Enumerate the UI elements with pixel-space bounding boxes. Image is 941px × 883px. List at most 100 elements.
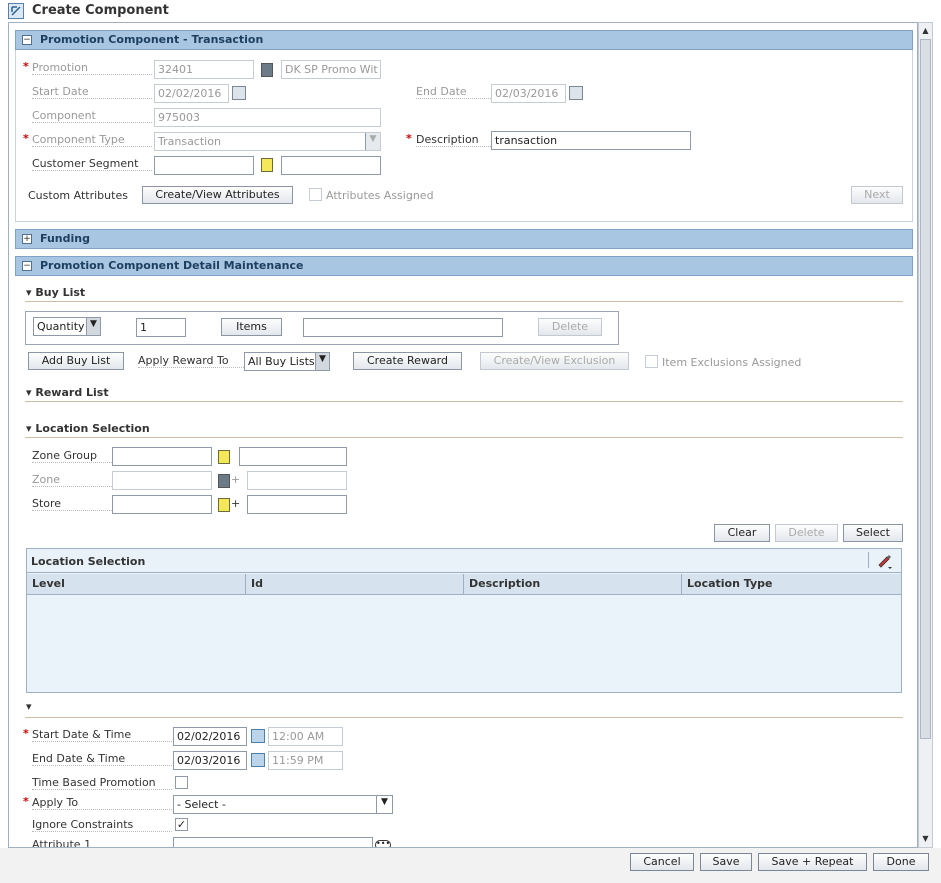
window-title: Create Component — [32, 3, 169, 18]
more-options-icon[interactable]: ••• — [375, 840, 391, 847]
attribute-1-label: Attribute 1 — [32, 838, 172, 847]
start-date-field: 02/02/2016 — [154, 84, 229, 103]
component-label: Component — [32, 109, 152, 123]
attribute-1-field[interactable] — [173, 837, 373, 847]
reward-list-heading[interactable]: ▾ Reward List — [26, 386, 109, 399]
buy-list-heading-text: Buy List — [35, 286, 86, 299]
promotion-field: 32401 — [154, 60, 254, 79]
store-field[interactable] — [112, 495, 212, 514]
content-frame: − Promotion Component - Transaction * Pr… — [8, 22, 918, 848]
triangle-down-icon: ▾ — [26, 422, 32, 435]
ignore-constraints-checkbox[interactable]: ✓ — [175, 818, 188, 831]
start-time-field: 12:00 AM — [268, 727, 343, 746]
divider — [25, 437, 903, 438]
chevron-down-icon: ▼ — [365, 133, 380, 150]
vertical-scrollbar[interactable]: ▲ ▼ — [918, 22, 933, 848]
collapse-icon[interactable]: − — [22, 35, 32, 45]
time-based-label: Time Based Promotion — [32, 776, 172, 790]
section-header-detail[interactable]: − Promotion Component Detail Maintenance — [15, 256, 913, 276]
component-field: 975003 — [154, 108, 381, 127]
apply-reward-to-select[interactable]: All Buy Lists ▼ — [244, 352, 330, 371]
end-date-field: 02/03/2016 — [491, 84, 566, 103]
scroll-down-icon[interactable]: ▼ — [920, 833, 931, 845]
triangle-down-icon[interactable]: ▾ — [26, 700, 32, 713]
scroll-up-icon[interactable]: ▲ — [920, 25, 931, 37]
calendar-icon[interactable] — [251, 753, 265, 767]
component-type-value: Transaction — [158, 135, 221, 148]
column-header-id[interactable]: Id — [246, 574, 464, 594]
end-time-field: 11:59 PM — [268, 751, 343, 770]
custom-attributes-label: Custom Attributes — [28, 189, 128, 202]
plus-icon[interactable]: + — [231, 497, 240, 510]
table-title: Location Selection — [31, 555, 146, 568]
store-name-field — [247, 495, 347, 514]
done-button[interactable]: Done — [873, 853, 929, 871]
section-title: Promotion Component - Transaction — [40, 33, 264, 46]
buy-list-type-select[interactable]: Quantity ▼ — [33, 317, 101, 336]
promotion-label: Promotion — [32, 61, 152, 75]
save-button[interactable]: Save — [700, 853, 752, 871]
edit-pencil-icon[interactable] — [876, 552, 894, 570]
description-field[interactable]: transaction — [491, 131, 691, 150]
column-header-location-type[interactable]: Location Type — [682, 574, 901, 594]
apply-to-value: - Select - — [177, 798, 226, 811]
calendar-icon — [569, 86, 583, 100]
description-label: Description — [416, 133, 491, 147]
attributes-assigned-label: Attributes Assigned — [326, 189, 434, 202]
title-bar: Create Component — [0, 0, 941, 22]
create-reward-button[interactable]: Create Reward — [353, 352, 462, 370]
apply-reward-to-label: Apply Reward To — [138, 354, 244, 368]
end-date-field[interactable]: 02/03/2016 — [173, 751, 247, 770]
ignore-constraints-label: Ignore Constraints — [32, 818, 172, 832]
reward-list-heading-text: Reward List — [35, 386, 109, 399]
promotion-name-field: DK SP Promo Wit — [281, 60, 381, 79]
column-header-level[interactable]: Level — [27, 574, 246, 594]
calendar-icon[interactable] — [251, 729, 265, 743]
buy-list-quantity-field[interactable]: 1 — [136, 318, 186, 337]
section-title: Promotion Component Detail Maintenance — [40, 259, 304, 272]
lov-icon[interactable] — [218, 450, 230, 464]
column-header-description[interactable]: Description — [464, 574, 682, 594]
apply-to-label: Apply To — [32, 796, 172, 810]
required-marker: * — [23, 132, 29, 145]
create-view-attributes-button[interactable]: Create/View Attributes — [142, 186, 293, 204]
customer-segment-field[interactable] — [154, 156, 254, 175]
location-table: Location Selection Level Id Description … — [26, 548, 902, 693]
lov-icon[interactable] — [261, 158, 273, 172]
delete-buy-list-button: Delete — [538, 318, 602, 336]
location-selection-heading[interactable]: ▾ Location Selection — [26, 422, 150, 435]
clear-button[interactable]: Clear — [714, 524, 770, 542]
end-datetime-label: End Date & Time — [32, 752, 172, 766]
customer-segment-label: Customer Segment — [32, 157, 152, 171]
cancel-button[interactable]: Cancel — [630, 853, 694, 871]
start-date-label: Start Date — [32, 85, 152, 99]
add-buy-list-button[interactable]: Add Buy List — [28, 352, 124, 370]
required-marker: * — [23, 727, 29, 740]
scroll-thumb[interactable] — [920, 39, 931, 739]
component-type-select: Transaction ▼ — [154, 132, 381, 151]
start-date-field[interactable]: 02/02/2016 — [173, 727, 247, 746]
divider — [25, 717, 903, 718]
expand-icon[interactable]: + — [22, 234, 32, 244]
apply-reward-to-value: All Buy Lists — [248, 355, 315, 368]
item-exclusions-checkbox — [645, 355, 658, 368]
time-based-checkbox[interactable] — [175, 776, 188, 789]
customer-segment-name-field — [281, 156, 381, 175]
start-datetime-label: Start Date & Time — [32, 728, 172, 742]
section-header-funding[interactable]: + Funding — [15, 229, 913, 249]
apply-to-select[interactable]: - Select - ▼ — [173, 795, 393, 814]
chevron-down-icon: ▼ — [86, 318, 100, 335]
buy-list-heading[interactable]: ▾ Buy List — [26, 286, 85, 299]
collapse-icon[interactable]: − — [22, 261, 32, 271]
items-field[interactable] — [303, 318, 503, 337]
store-label: Store — [32, 497, 112, 511]
save-repeat-button[interactable]: Save + Repeat — [758, 853, 867, 871]
chevron-down-icon: ▼ — [376, 796, 392, 813]
section-header-component[interactable]: − Promotion Component - Transaction — [15, 30, 913, 50]
select-button[interactable]: Select — [843, 524, 903, 542]
items-button[interactable]: Items — [221, 318, 282, 336]
chevron-down-icon: ▼ — [315, 353, 329, 370]
zone-group-field[interactable] — [112, 447, 212, 466]
lov-icon[interactable] — [218, 498, 230, 512]
required-marker: * — [406, 132, 412, 145]
